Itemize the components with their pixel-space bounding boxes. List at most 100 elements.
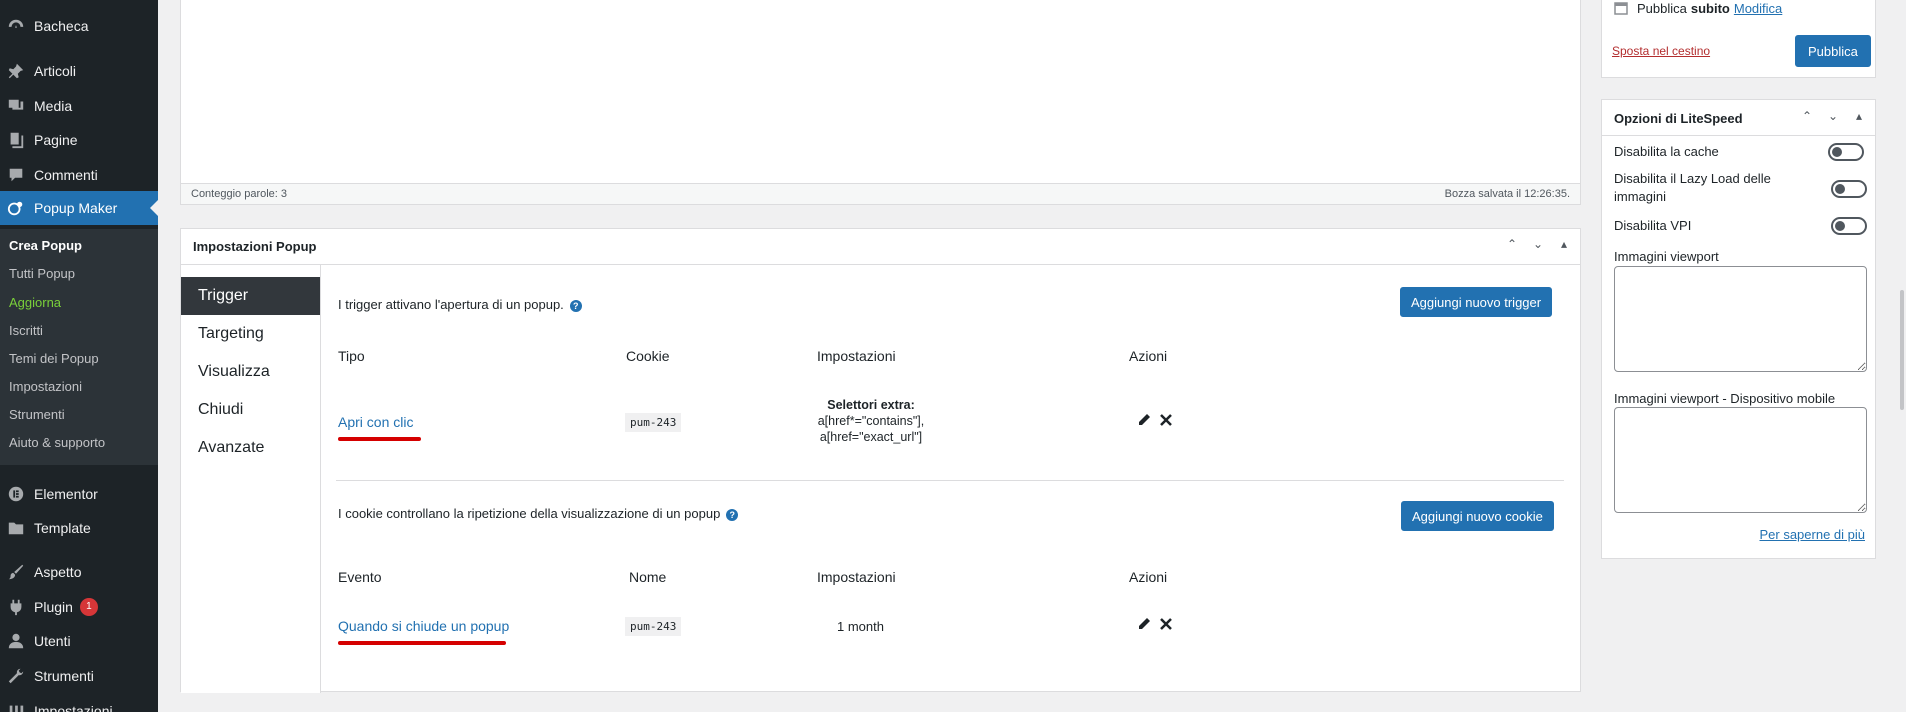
- tab-visualizza[interactable]: Visualizza: [181, 353, 320, 391]
- option-label: Disabilita il Lazy Load delle immagini: [1614, 171, 1771, 204]
- brush-icon: [6, 562, 26, 582]
- column-header-impostazioni: Impostazioni: [817, 348, 896, 364]
- triggers-intro: I trigger attivano l'apertura di un popu…: [338, 297, 582, 312]
- viewport-images-mobile-label: Immagini viewport - Dispositivo mobile: [1614, 391, 1836, 406]
- learn-more-link[interactable]: Per saperne di più: [1759, 527, 1865, 542]
- menu-item-commenti[interactable]: Commenti: [0, 158, 158, 192]
- menu-item-bacheca[interactable]: Bacheca: [0, 9, 158, 43]
- admin-sidebar: Bacheca Articoli Media Pagine Commenti P…: [0, 0, 158, 712]
- disable-vpi-toggle[interactable]: [1831, 217, 1867, 235]
- word-count: Conteggio parole: 3: [191, 188, 288, 200]
- viewport-images-mobile-textarea[interactable]: [1614, 407, 1867, 513]
- menu-item-label: Articoli: [34, 63, 77, 79]
- dashboard-icon: [6, 16, 26, 36]
- popup-maker-icon: [6, 198, 26, 218]
- menu-item-media[interactable]: Media: [0, 89, 158, 123]
- submenu-impostazioni[interactable]: Impostazioni: [9, 379, 82, 394]
- cookies-intro: I cookie controllano la ripetizione dell…: [338, 506, 739, 521]
- submenu-strumenti[interactable]: Strumenti: [9, 407, 65, 422]
- section-divider: [336, 480, 1564, 481]
- media-icon: [6, 96, 26, 116]
- move-down-icon[interactable]: ⌄: [1825, 109, 1841, 123]
- add-cookie-button[interactable]: Aggiungi nuovo cookie: [1401, 501, 1554, 531]
- popup-maker-submenu: Crea Popup Tutti Popup Aggiorna Iscritti…: [0, 229, 158, 465]
- trigger-type-link[interactable]: Apri con clic: [338, 414, 413, 430]
- menu-item-articoli[interactable]: Articoli: [0, 54, 158, 88]
- submenu-aggiorna[interactable]: Aggiorna: [9, 295, 61, 310]
- metabox-title: Impostazioni Popup: [193, 239, 317, 254]
- settings-icon: [6, 701, 26, 712]
- tab-avanzate[interactable]: Avanzate: [181, 429, 320, 467]
- menu-item-label: Plugin: [34, 599, 73, 615]
- disable-lazyload-toggle[interactable]: [1831, 180, 1867, 198]
- toggle-panel-icon[interactable]: ▴: [1556, 237, 1572, 251]
- submenu-tutti-popup[interactable]: Tutti Popup: [9, 266, 75, 281]
- highlight-underline: [338, 437, 421, 441]
- help-icon[interactable]: ?: [569, 299, 582, 312]
- edit-icon[interactable]: [1137, 413, 1151, 427]
- menu-item-pagine[interactable]: Pagine: [0, 123, 158, 157]
- menu-item-label: Pagine: [34, 132, 78, 148]
- editor-status-bar: Conteggio parole: 3 Bozza salvata il 12:…: [180, 183, 1581, 205]
- cookie-name-tag: pum-243: [625, 617, 682, 636]
- trigger-settings: Selettori extra: a[href*="contains"], a[…: [817, 398, 925, 444]
- publish-metabox: Pubblica subito Modifica Sposta nel cest…: [1601, 0, 1876, 78]
- tab-trigger[interactable]: Trigger: [181, 277, 320, 315]
- submenu-aiuto-supporto[interactable]: Aiuto & supporto: [9, 435, 105, 450]
- move-up-icon[interactable]: ⌃: [1504, 237, 1520, 251]
- column-header-evento: Evento: [338, 569, 382, 585]
- submenu-crea-popup[interactable]: Crea Popup: [9, 238, 82, 253]
- user-icon: [6, 631, 26, 651]
- column-header-nome: Nome: [629, 569, 667, 585]
- elementor-icon: [6, 484, 26, 504]
- menu-item-label: Strumenti: [34, 668, 94, 684]
- menu-item-plugin[interactable]: Plugin 1: [0, 590, 158, 624]
- add-trigger-button[interactable]: Aggiungi nuovo trigger: [1400, 287, 1553, 317]
- tab-chiudi[interactable]: Chiudi: [181, 391, 320, 429]
- menu-item-label: Utenti: [34, 633, 71, 649]
- plugin-icon: [6, 597, 26, 617]
- popup-settings-metabox: Impostazioni Popup ⌃ ⌄ ▴ Trigger Targeti…: [180, 228, 1581, 693]
- move-down-icon[interactable]: ⌄: [1530, 237, 1546, 251]
- litespeed-metabox: Opzioni di LiteSpeed ⌃ ⌄ ▴ Disabilita la…: [1601, 99, 1876, 559]
- cookie-event-link[interactable]: Quando si chiude un popup: [338, 618, 509, 634]
- viewport-images-textarea[interactable]: [1614, 266, 1867, 372]
- menu-item-label: Impostazioni: [34, 703, 113, 712]
- metabox-header: Opzioni di LiteSpeed ⌃ ⌄ ▴: [1602, 100, 1875, 136]
- calendar-icon: [1614, 2, 1628, 15]
- menu-item-label: Aspetto: [34, 564, 82, 580]
- plugin-update-badge: 1: [79, 598, 98, 616]
- edit-schedule-link[interactable]: Modifica: [1734, 1, 1782, 16]
- submenu-temi-dei-popup[interactable]: Temi dei Popup: [9, 351, 99, 366]
- submenu-iscritti[interactable]: Iscritti: [9, 323, 43, 338]
- move-to-trash-link[interactable]: Sposta nel cestino: [1612, 44, 1710, 58]
- move-up-icon[interactable]: ⌃: [1799, 109, 1815, 123]
- column-header-tipo: Tipo: [338, 348, 365, 364]
- menu-item-utenti[interactable]: Utenti: [0, 624, 158, 658]
- scrollbar-thumb[interactable]: [1900, 290, 1904, 410]
- metabox-title: Opzioni di LiteSpeed: [1614, 111, 1743, 126]
- menu-item-popup-maker[interactable]: Popup Maker: [0, 191, 158, 225]
- menu-item-template[interactable]: Template: [0, 511, 158, 545]
- publish-schedule: Pubblica subito Modifica: [1613, 0, 1782, 16]
- toggle-panel-icon[interactable]: ▴: [1851, 109, 1867, 123]
- folder-icon: [6, 518, 26, 538]
- help-icon[interactable]: ?: [726, 508, 739, 521]
- menu-item-aspetto[interactable]: Aspetto: [0, 555, 158, 589]
- column-header-azioni: Azioni: [1129, 569, 1168, 585]
- menu-item-strumenti[interactable]: Strumenti: [0, 659, 158, 693]
- tab-targeting[interactable]: Targeting: [181, 315, 320, 353]
- disable-cache-toggle[interactable]: [1828, 143, 1864, 161]
- edit-icon[interactable]: [1137, 617, 1151, 631]
- menu-item-label: Commenti: [34, 167, 98, 183]
- delete-icon[interactable]: [1159, 413, 1173, 427]
- content-editor[interactable]: [180, 0, 1581, 204]
- settings-tabs: Trigger Targeting Visualizza Chiudi Avan…: [181, 265, 321, 693]
- publish-button[interactable]: Pubblica: [1795, 35, 1871, 67]
- menu-item-impostazioni[interactable]: Impostazioni: [0, 694, 158, 712]
- delete-icon[interactable]: [1159, 617, 1173, 631]
- wrench-icon: [6, 666, 26, 686]
- menu-item-label: Elementor: [34, 486, 98, 502]
- menu-item-elementor[interactable]: Elementor: [0, 477, 158, 511]
- viewport-images-label: Immagini viewport: [1614, 249, 1719, 264]
